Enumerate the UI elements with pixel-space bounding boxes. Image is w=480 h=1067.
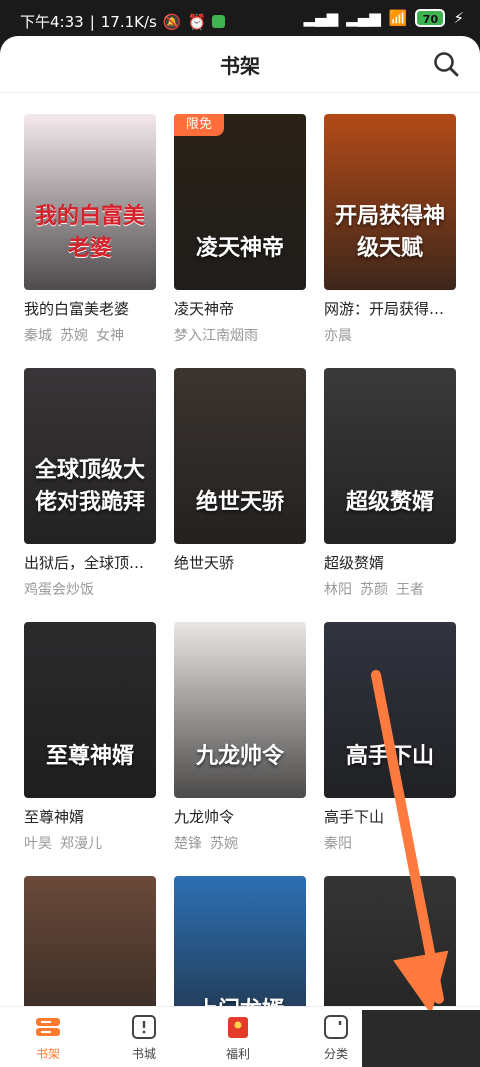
book-tag: 郑漫儿 bbox=[60, 836, 102, 852]
cover-title: 我的白富美老婆 bbox=[34, 204, 145, 261]
header: 书架 bbox=[0, 36, 480, 92]
book-city-icon bbox=[131, 1015, 157, 1039]
app-notification-icon bbox=[212, 15, 226, 28]
tab-welfare-label: 福利 bbox=[225, 1047, 250, 1061]
book-tag: 秦城 bbox=[24, 328, 52, 344]
tab-welfare[interactable]: 福利 bbox=[208, 1015, 268, 1062]
category-icon bbox=[323, 1015, 349, 1039]
status-right: ▂▄▆ ▂▄▆ 📶 70 ⚡ bbox=[304, 9, 464, 27]
book-tag: 亦晨 bbox=[324, 328, 352, 344]
book-tag: 苏婉 bbox=[60, 328, 88, 344]
book-cover[interactable]: 开局获得神级天赋 bbox=[324, 114, 456, 290]
book-item[interactable]: 限免 凌天神帝 凌天神帝 梦入江南烟雨 bbox=[174, 114, 306, 345]
book-cover[interactable]: 绝世天骄 bbox=[174, 368, 306, 544]
header-divider bbox=[0, 92, 480, 93]
book-title: 我的白富美老婆 bbox=[24, 300, 130, 318]
tab-category[interactable]: 分类 bbox=[306, 1015, 366, 1062]
cover-title: 绝世天骄 bbox=[195, 490, 284, 515]
book-tags: 亦晨 bbox=[324, 325, 456, 345]
book-cover[interactable]: 限免凌天神帝 bbox=[174, 114, 306, 290]
mute-icon: 🔕 bbox=[162, 12, 182, 31]
gift-icon bbox=[225, 1015, 251, 1039]
bookshelf-icon bbox=[35, 1015, 61, 1039]
book-item[interactable]: 至尊神婿 至尊神婿 叶昊 郑漫儿 bbox=[24, 622, 156, 853]
cover-title: 超级赘婿 bbox=[345, 490, 434, 515]
cover-title: 全球顶级大佬对我跪拜 bbox=[34, 458, 145, 515]
status-separator: | bbox=[89, 12, 95, 31]
book-tags: 鸡蛋会炒饭 bbox=[24, 579, 156, 599]
cover-title: 凌天神帝 bbox=[195, 236, 284, 261]
book-item[interactable]: 我的白富美老婆 我的白富美老婆 秦城 苏婉 女神 bbox=[24, 114, 156, 345]
book-tag: 苏婉 bbox=[210, 836, 238, 852]
book-cover[interactable]: 超级赘婿 bbox=[324, 368, 456, 544]
book-tag: 林阳 bbox=[324, 582, 352, 598]
dark-overlay-box bbox=[362, 1010, 480, 1067]
tab-book-city[interactable]: 书城 bbox=[114, 1015, 174, 1062]
book-tag: 叶昊 bbox=[24, 836, 52, 852]
book-tag: 女神 bbox=[96, 328, 124, 344]
book-tag: 秦阳 bbox=[324, 836, 352, 852]
book-title: 凌天神帝 bbox=[174, 300, 235, 318]
book-cover[interactable]: 全球顶级大佬对我跪拜 bbox=[24, 368, 156, 544]
book-tag: 鸡蛋会炒饭 bbox=[24, 582, 94, 598]
book-tag: 王者 bbox=[396, 582, 424, 598]
status-bar: 下午4:33 | 17.1K/s 🔕 ⏰ ▂▄▆ ▂▄▆ 📶 70 ⚡ bbox=[0, 0, 480, 40]
book-title: 网游：开局获得… bbox=[324, 300, 445, 318]
status-time: 下午4:33 bbox=[20, 13, 84, 31]
search-button[interactable] bbox=[432, 50, 460, 78]
book-tag: 楚锋 bbox=[174, 836, 202, 852]
search-icon bbox=[434, 52, 459, 77]
book-title: 至尊神婿 bbox=[24, 808, 85, 826]
book-title: 高手下山 bbox=[324, 808, 385, 826]
cover-title: 至尊神婿 bbox=[45, 744, 134, 769]
book-title: 出狱后，全球顶… bbox=[24, 554, 145, 572]
book-item[interactable]: 九龙帅令 九龙帅令 楚锋 苏婉 bbox=[174, 622, 306, 853]
signal-icon-2: ▂▄▆ bbox=[346, 9, 381, 27]
cover-title: 开局获得神级天赋 bbox=[334, 204, 445, 261]
book-tags: 叶昊 郑漫儿 bbox=[24, 833, 156, 853]
book-tags: 梦入江南烟雨 bbox=[174, 325, 306, 345]
book-tag: 苏颜 bbox=[360, 582, 388, 598]
book-item[interactable]: 超级赘婿 超级赘婿 林阳 苏颜 王者 bbox=[324, 368, 456, 599]
signal-icon: ▂▄▆ bbox=[303, 9, 339, 27]
book-tag: 梦入江南烟雨 bbox=[174, 328, 258, 344]
cover-title: 九龙帅令 bbox=[195, 744, 284, 769]
tab-bookshelf[interactable]: 书架 bbox=[18, 1015, 78, 1062]
network-speed: 17.1K/s bbox=[100, 12, 157, 31]
tab-book-city-label: 书城 bbox=[131, 1047, 156, 1061]
alarm-icon: ⏰ bbox=[187, 12, 207, 31]
battery-indicator: 70 bbox=[415, 9, 446, 27]
book-title: 九龙帅令 bbox=[174, 808, 235, 826]
book-item[interactable]: 开局获得神级天赋网游：开局获得… 亦晨 bbox=[324, 114, 456, 345]
book-tags: 秦城 苏婉 女神 bbox=[24, 325, 156, 345]
free-badge: 限免 bbox=[174, 114, 224, 136]
book-tags: 林阳 苏颜 王者 bbox=[324, 579, 456, 599]
bookshelf-screen: 书架 我的白富美老婆 我的白富美老婆 秦城 苏婉 女神 限免 凌天神帝 凌天神帝 梦入江南烟雨开… bbox=[0, 36, 480, 1067]
book-cover[interactable]: 九龙帅令 bbox=[174, 622, 306, 798]
book-tags: 秦阳 bbox=[324, 833, 456, 853]
book-item[interactable]: 绝世天骄 绝世天骄 bbox=[174, 368, 306, 579]
book-tags: 楚锋 苏婉 bbox=[174, 833, 306, 853]
status-left: 下午4:33 | 17.1K/s 🔕 ⏰ bbox=[20, 11, 226, 32]
tab-bookshelf-label: 书架 bbox=[35, 1047, 60, 1061]
book-item[interactable]: 全球顶级大佬对我跪拜出狱后，全球顶… 鸡蛋会炒饭 bbox=[24, 368, 156, 599]
book-cover[interactable]: 我的白富美老婆 bbox=[24, 114, 156, 290]
charging-icon: ⚡ bbox=[453, 9, 464, 27]
book-cover[interactable]: 至尊神婿 bbox=[24, 622, 156, 798]
page-title: 书架 bbox=[220, 54, 260, 78]
book-title: 超级赘婿 bbox=[324, 554, 385, 572]
wifi-icon: 📶 bbox=[388, 9, 408, 27]
book-title: 绝世天骄 bbox=[174, 554, 235, 572]
tab-category-label: 分类 bbox=[323, 1047, 348, 1061]
